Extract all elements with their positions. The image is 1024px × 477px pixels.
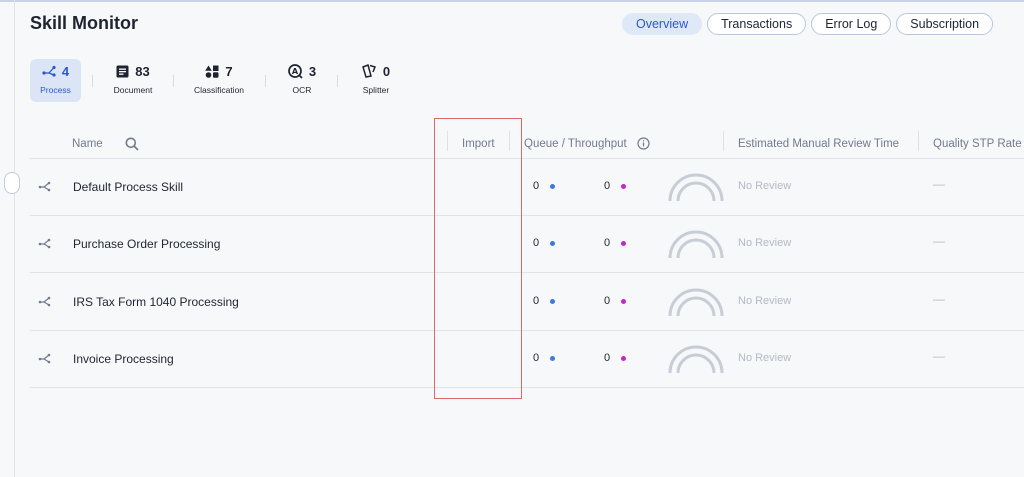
column-divider: [918, 131, 919, 151]
category-count: 4: [61, 63, 70, 79]
throughput-count: 0: [604, 237, 611, 249]
table-row[interactable]: Purchase Order Processing 0 0 No Review …: [30, 216, 1024, 273]
divider: [265, 75, 266, 87]
process-icon: [38, 353, 51, 364]
gauge-icon: [668, 173, 724, 202]
skill-name[interactable]: Default Process Skill: [73, 180, 183, 194]
sidebar-expand-handle[interactable]: [4, 172, 20, 194]
table-row[interactable]: IRS Tax Form 1040 Processing 0 0 No Revi…: [30, 274, 1024, 331]
queue-dot: [550, 299, 555, 304]
category-label: Process: [40, 85, 71, 95]
tab-transactions[interactable]: Transactions: [707, 13, 807, 35]
header-import[interactable]: Import: [462, 138, 495, 150]
tab-error-log[interactable]: Error Log: [811, 13, 892, 35]
review-time: No Review: [738, 295, 792, 307]
queue-dot: [550, 241, 555, 246]
category-splitter[interactable]: 0 Splitter: [355, 59, 397, 102]
queue-count: 0: [533, 352, 540, 364]
review-time: No Review: [738, 237, 792, 249]
header-queue-throughput[interactable]: Queue / Throughput: [524, 138, 627, 150]
category-label: Classification: [193, 85, 245, 95]
quality-stp: —: [933, 234, 945, 248]
ocr-icon: A: [288, 63, 303, 79]
column-divider: [723, 131, 724, 151]
throughput-count: 0: [604, 180, 611, 192]
table-row[interactable]: Invoice Processing 0 0 No Review —: [30, 331, 1024, 388]
header-review-time[interactable]: Estimated Manual Review Time: [738, 138, 899, 150]
table-row[interactable]: Default Process Skill 0 0 No Review —: [30, 159, 1024, 216]
quality-stp: —: [933, 177, 945, 191]
column-divider: [447, 131, 448, 151]
gauge-icon: [668, 230, 724, 259]
splitter-icon: [361, 64, 376, 78]
process-icon: [42, 65, 56, 77]
category-classification[interactable]: 7 Classification: [188, 59, 250, 102]
info-icon[interactable]: [637, 137, 650, 150]
queue-count: 0: [533, 237, 540, 249]
category-label: Splitter: [362, 85, 390, 95]
classification-icon: [205, 65, 219, 78]
review-time: No Review: [738, 180, 792, 192]
skill-name[interactable]: Purchase Order Processing: [73, 237, 220, 251]
throughput-count: 0: [604, 295, 611, 307]
category-count: 3: [308, 63, 317, 79]
queue-dot: [550, 184, 555, 189]
throughput-count: 0: [604, 352, 611, 364]
gauge-icon: [668, 345, 724, 374]
tab-overview[interactable]: Overview: [622, 13, 703, 35]
throughput-dot: [621, 299, 626, 304]
queue-count: 0: [533, 180, 540, 192]
queue-dot: [550, 356, 555, 361]
divider: [173, 75, 174, 87]
skill-name[interactable]: IRS Tax Form 1040 Processing: [73, 295, 239, 309]
page-title: Skill Monitor: [30, 13, 138, 33]
throughput-dot: [621, 241, 626, 246]
document-icon: [116, 65, 129, 77]
throughput-dot: [621, 184, 626, 189]
column-divider: [509, 131, 510, 151]
throughput-dot: [621, 356, 626, 361]
queue-count: 0: [533, 295, 540, 307]
header-quality-stp[interactable]: Quality STP Rate: [933, 138, 1022, 150]
header-name[interactable]: Name: [72, 138, 103, 150]
review-time: No Review: [738, 352, 792, 364]
category-count: 0: [382, 63, 391, 79]
category-label: Document: [113, 85, 153, 95]
search-icon[interactable]: [125, 137, 139, 151]
quality-stp: —: [933, 292, 945, 306]
left-rail: [4, 0, 20, 477]
view-tabs: Overview Transactions Error Log Subscrip…: [622, 13, 994, 35]
top-border: [0, 0, 1024, 2]
quality-stp: —: [933, 349, 945, 363]
category-label: OCR: [292, 85, 312, 95]
process-icon: [38, 181, 51, 192]
divider: [337, 75, 338, 87]
category-process[interactable]: 4 Process: [30, 59, 81, 102]
table-header: Name Import Queue / Throughput Estimated…: [30, 131, 1024, 159]
category-ocr[interactable]: A 3 OCR: [280, 59, 324, 102]
gauge-icon: [668, 288, 724, 317]
category-document[interactable]: 83 Document: [104, 59, 162, 102]
category-count: 83: [135, 63, 150, 79]
process-icon: [38, 296, 51, 307]
category-count: 7: [225, 63, 233, 79]
tab-subscription[interactable]: Subscription: [896, 13, 994, 35]
process-icon: [38, 238, 51, 249]
divider: [92, 75, 93, 87]
skill-name[interactable]: Invoice Processing: [73, 352, 174, 366]
svg-text:A: A: [292, 67, 299, 76]
